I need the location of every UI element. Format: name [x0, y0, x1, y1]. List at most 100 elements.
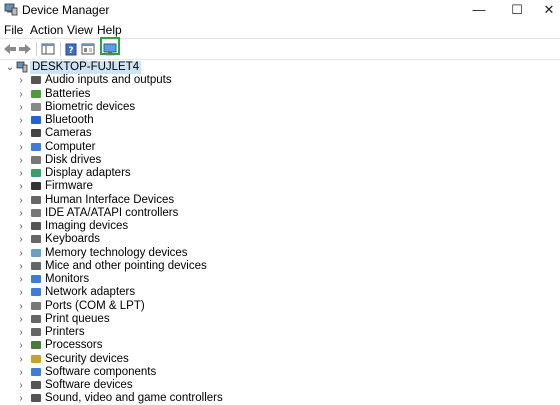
tree-item-label: Sound, video and game controllers — [45, 392, 223, 405]
tree-item-label: Cameras — [45, 127, 92, 140]
expand-chevron-icon[interactable]: › — [16, 286, 26, 299]
tree-item[interactable]: › Network adapters — [0, 286, 560, 299]
toolbar-separator — [60, 42, 61, 56]
tree-item[interactable]: › Display adapters — [0, 167, 560, 180]
tree-item[interactable]: › Ports (COM & LPT) — [0, 300, 560, 313]
close-button[interactable]: ✕ — [538, 0, 560, 20]
tree-item[interactable]: › Sound, video and game controllers — [0, 392, 560, 405]
tree-item-label: Bluetooth — [45, 114, 94, 126]
show-hide-console-tree-button[interactable] — [39, 41, 57, 57]
camera-icon — [31, 129, 41, 138]
menu-view[interactable]: View — [67, 23, 93, 37]
ide-icon — [31, 208, 41, 217]
tree-root-label: DESKTOP-FUJLET4 — [30, 61, 142, 74]
tree-item[interactable]: › Bluetooth — [0, 114, 560, 127]
tree-item-label: Display adapters — [45, 167, 131, 179]
forward-button[interactable] — [16, 41, 34, 57]
expand-chevron-icon[interactable]: › — [16, 220, 26, 233]
tree-item-label: Firmware — [45, 180, 93, 193]
processor-icon — [31, 341, 41, 350]
expand-chevron-icon[interactable]: › — [16, 313, 26, 326]
expand-chevron-icon[interactable]: › — [16, 300, 26, 313]
toolbar-separator — [36, 42, 37, 56]
expand-chevron-icon[interactable]: › — [16, 207, 26, 220]
menu-action[interactable]: Action — [30, 23, 63, 37]
tree-item-label: Print queues — [45, 312, 110, 325]
tree-item[interactable]: › Computer — [0, 141, 560, 154]
printer-icon — [31, 328, 41, 336]
tree-item[interactable]: › Printers — [0, 326, 560, 339]
tree-item-label: Ports (COM & LPT) — [45, 299, 145, 312]
tree-item[interactable]: › Disk drives — [0, 154, 560, 167]
collapse-chevron-icon[interactable]: ⌄ — [5, 61, 15, 74]
expand-chevron-icon[interactable]: › — [16, 114, 26, 127]
expand-chevron-icon[interactable]: › — [16, 353, 26, 366]
expand-chevron-icon[interactable]: › — [16, 127, 26, 140]
disk-icon — [31, 155, 41, 164]
menu-help[interactable]: Help — [97, 23, 122, 37]
tree-item[interactable]: › Security devices — [0, 353, 560, 366]
tree-item-label: Batteries — [45, 87, 91, 100]
properties-button[interactable] — [79, 41, 97, 57]
expand-chevron-icon[interactable]: › — [16, 141, 26, 154]
tree-item-label: Keyboards — [45, 233, 100, 246]
expand-chevron-icon[interactable]: › — [16, 273, 26, 286]
expand-chevron-icon[interactable]: › — [16, 366, 26, 379]
menu-bar: File Action View Help — [0, 21, 560, 38]
computer-icon — [16, 61, 28, 73]
tree-item-label: IDE ATA/ATAPI controllers — [45, 206, 179, 219]
tree-item-label: Audio inputs and outputs — [45, 74, 172, 87]
tree-item[interactable]: › Imaging devices — [0, 220, 560, 233]
tree-item[interactable]: › Software devices — [0, 379, 560, 392]
help-icon: ? — [65, 43, 77, 56]
tree-item[interactable]: › Memory technology devices — [0, 247, 560, 260]
expand-chevron-icon[interactable]: › — [16, 233, 26, 246]
tree-item-label: Software devices — [45, 379, 133, 391]
expand-chevron-icon[interactable]: › — [16, 74, 26, 87]
help-button[interactable]: ? — [62, 41, 80, 57]
expand-chevron-icon[interactable]: › — [16, 326, 26, 339]
expand-chevron-icon[interactable]: › — [16, 379, 26, 392]
network-icon — [31, 288, 41, 297]
computer-icon — [31, 142, 41, 151]
tree-root[interactable]: ⌄ DESKTOP-FUJLET4 — [0, 61, 560, 74]
tree-item[interactable]: › Audio inputs and outputs — [0, 74, 560, 87]
expand-chevron-icon[interactable]: › — [16, 247, 26, 260]
tree-item[interactable]: › Human Interface Devices — [0, 194, 560, 207]
tree-item-label: Software components — [45, 365, 157, 378]
tree-item[interactable]: › Processors — [0, 339, 560, 352]
port-icon — [31, 301, 41, 310]
expand-chevron-icon[interactable]: › — [16, 339, 26, 352]
tree-item[interactable]: › Monitors — [0, 273, 560, 286]
expand-chevron-icon[interactable]: › — [16, 167, 26, 180]
expand-chevron-icon[interactable]: › — [16, 88, 26, 101]
expand-chevron-icon[interactable]: › — [16, 180, 26, 193]
tree-item[interactable]: › Firmware — [0, 180, 560, 193]
expand-chevron-icon[interactable]: › — [16, 154, 26, 167]
tree-item[interactable]: › Keyboards — [0, 233, 560, 246]
tree-item-label: Mice and other pointing devices — [45, 259, 207, 272]
expand-chevron-icon[interactable]: › — [16, 194, 26, 207]
firmware-icon — [31, 182, 41, 191]
tree-item-label: Network adapters — [45, 286, 136, 299]
tree-item-label: Biometric devices — [45, 100, 136, 113]
tree-item[interactable]: › Mice and other pointing devices — [0, 260, 560, 273]
tree-item[interactable]: › IDE ATA/ATAPI controllers — [0, 207, 560, 220]
maximize-button[interactable]: ☐ — [498, 0, 536, 20]
expand-chevron-icon[interactable]: › — [16, 392, 26, 405]
expand-chevron-icon[interactable]: › — [16, 260, 26, 273]
menu-file[interactable]: File — [4, 23, 23, 37]
tree-item[interactable]: › Software components — [0, 366, 560, 379]
tree-item[interactable]: › Biometric devices — [0, 101, 560, 114]
title-bar: Device Manager — ☐ ✕ — [0, 0, 560, 20]
tree-item[interactable]: › Cameras — [0, 127, 560, 140]
tree-item[interactable]: › Batteries — [0, 88, 560, 101]
tree-item[interactable]: › Print queues — [0, 313, 560, 326]
mouse-icon — [31, 261, 41, 270]
expand-chevron-icon[interactable]: › — [16, 101, 26, 114]
tree-item-label: Printers — [45, 326, 85, 338]
minimize-button[interactable]: — — [460, 0, 498, 20]
tree-item-label: Memory technology devices — [45, 246, 188, 259]
tree-item-label: Monitors — [45, 273, 90, 285]
software-device-icon — [31, 381, 41, 389]
